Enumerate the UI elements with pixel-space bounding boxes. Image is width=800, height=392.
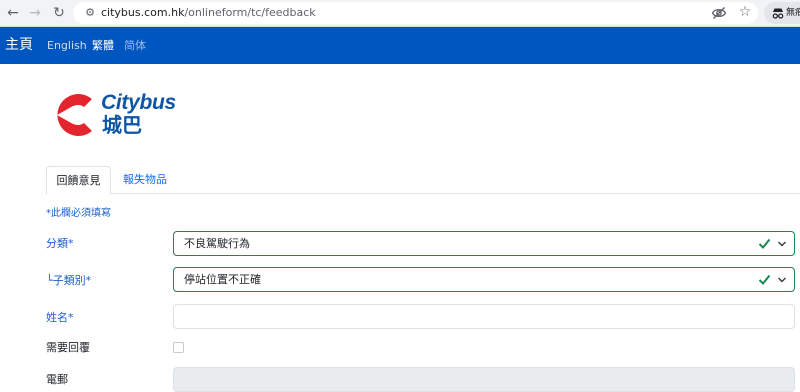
address-bar[interactable]: ⚙ citybus.com.hk/onlineform/tc/feedback … xyxy=(73,2,758,24)
eye-off-icon[interactable] xyxy=(711,5,727,21)
site-navbar: 主頁 English 繁體 简体 xyxy=(0,27,800,64)
lang-simplified-link[interactable]: 简体 xyxy=(124,39,146,53)
citybus-logo: Citybus 城巴 xyxy=(50,92,178,138)
forward-arrow-icon[interactable]: → xyxy=(25,3,45,23)
name-label: 姓名* xyxy=(46,311,74,324)
need-reply-label: 需要回覆 xyxy=(46,341,90,354)
need-reply-checkbox[interactable] xyxy=(173,342,184,353)
bookmark-star-icon[interactable]: ☆ xyxy=(737,4,753,20)
email-label: 電郵 xyxy=(46,373,68,386)
nav-home-link[interactable]: 主頁 xyxy=(5,36,33,55)
lang-english-link[interactable]: English xyxy=(47,39,87,53)
url-host: citybus.com.hk xyxy=(101,6,185,19)
name-input[interactable] xyxy=(173,304,795,329)
logo-name-en: Citybus xyxy=(101,91,176,114)
form-tabs: 回饋意見 報失物品 xyxy=(46,166,800,195)
back-arrow-icon[interactable]: ← xyxy=(3,3,23,23)
lang-traditional-link[interactable]: 繁體 xyxy=(92,39,114,53)
reload-icon[interactable]: ↻ xyxy=(49,3,69,23)
email-input[interactable] xyxy=(173,367,795,392)
site-settings-icon[interactable]: ⚙ xyxy=(82,5,98,21)
tab-feedback[interactable]: 回饋意見 xyxy=(46,166,111,195)
tab-lost-property[interactable]: 報失物品 xyxy=(111,166,179,195)
incognito-icon xyxy=(772,8,784,19)
chevron-down-icon xyxy=(778,277,786,283)
url-text[interactable]: citybus.com.hk/onlineform/tc/feedback xyxy=(101,5,316,21)
citybus-emblem-icon xyxy=(57,94,95,136)
valid-check-icon xyxy=(758,238,771,249)
category-label: 分類* xyxy=(46,237,74,250)
logo-name-zh: 城巴 xyxy=(102,113,142,137)
profile-label: 無痕 xyxy=(786,8,800,18)
subcategory-selected-value: 停站位置不正確 xyxy=(184,273,261,286)
valid-check-icon xyxy=(758,274,771,285)
browser-toolbar: ← → ↻ ⚙ citybus.com.hk/onlineform/tc/fee… xyxy=(0,0,800,27)
subcategory-label: └子類別* xyxy=(46,274,92,287)
url-path: /onlineform/tc/feedback xyxy=(184,6,316,19)
chevron-down-icon xyxy=(778,241,786,247)
subcategory-select[interactable]: 停站位置不正確 xyxy=(173,267,795,292)
incognito-profile-button[interactable]: 無痕 xyxy=(764,2,800,24)
category-selected-value: 不良駕駛行為 xyxy=(184,237,250,250)
required-field-note: *此欄必須填寫 xyxy=(46,208,111,219)
category-select[interactable]: 不良駕駛行為 xyxy=(173,231,795,256)
